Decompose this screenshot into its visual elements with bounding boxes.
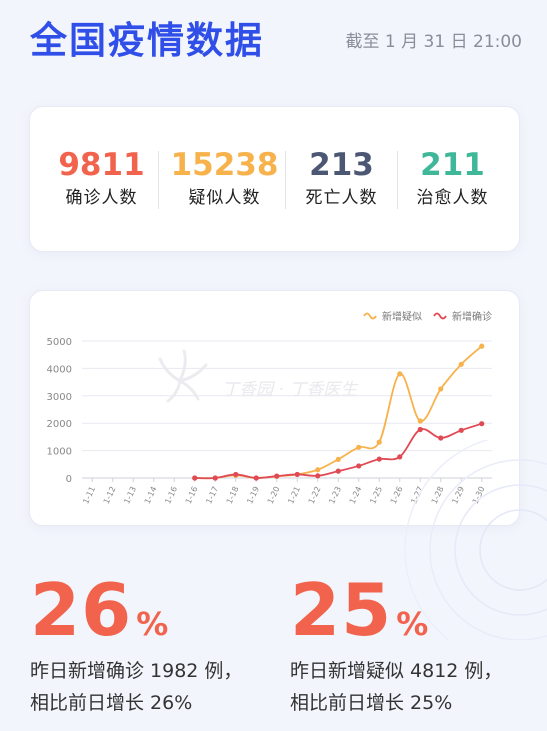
data-point xyxy=(438,386,444,392)
x-tick-label: 1-24 xyxy=(348,485,364,505)
data-point xyxy=(397,371,403,377)
legend-swatch-icon xyxy=(363,312,377,320)
stat-confirmed[interactable]: 9811 确诊人数 xyxy=(45,107,158,253)
watermark-logo-icon xyxy=(158,349,208,403)
summary-suspected: 25% 昨日新增疑似 4812 例， 相比前日增长 25% xyxy=(290,570,540,720)
x-tick-label: 1-11 xyxy=(81,485,97,505)
stat-label: 治愈人数 xyxy=(416,188,489,208)
stat-value: 213 xyxy=(309,147,374,183)
data-point xyxy=(376,439,382,445)
page-title: 全国疫情数据 xyxy=(30,19,264,62)
stats-card: 9811 确诊人数 15238 疑似人数 213 死亡人数 211 治愈人数 xyxy=(29,106,520,252)
data-point xyxy=(356,444,362,450)
watermark-text: 丁香园 · 丁香医生 xyxy=(222,380,359,400)
summary-confirmed: 26% 昨日新增确诊 1982 例， 相比前日增长 26% xyxy=(30,570,280,720)
data-point xyxy=(479,421,485,427)
stat-deaths[interactable]: 213 死亡人数 xyxy=(285,107,398,253)
stat-value: 15238 xyxy=(170,147,279,183)
x-tick-label: 1-21 xyxy=(286,485,302,505)
growth-percent-value: 25 xyxy=(290,568,393,652)
data-point xyxy=(356,463,362,469)
update-timestamp: 截至 1 月 31 日 21:00 xyxy=(345,32,522,52)
data-point xyxy=(458,361,464,367)
percent-sign: % xyxy=(396,605,429,643)
data-point xyxy=(335,456,341,462)
summary-line-2: 相比前日增长 25% xyxy=(290,692,453,714)
x-tick-label: 1-19 xyxy=(245,485,261,505)
x-tick-label: 1-22 xyxy=(307,485,323,505)
legend-label: 新增确诊 xyxy=(452,310,492,323)
growth-percent: 26% xyxy=(30,570,168,670)
y-tick-label: 5000 xyxy=(47,337,72,348)
data-point xyxy=(417,418,423,424)
y-tick-label: 2000 xyxy=(47,419,72,430)
data-point xyxy=(294,471,300,478)
x-tick-label: 1-20 xyxy=(266,485,282,505)
stat-value: 211 xyxy=(420,147,485,183)
x-tick-label: 1-17 xyxy=(204,485,220,505)
stat-recovered[interactable]: 211 治愈人数 xyxy=(396,107,509,253)
y-tick-label: 3000 xyxy=(47,392,72,403)
growth-percent: 25% xyxy=(290,570,428,670)
summary-line-1: 昨日新增确诊 1982 例， xyxy=(30,660,243,682)
legend-swatch-icon xyxy=(433,312,447,320)
x-tick-label: 1-18 xyxy=(225,485,241,505)
stat-label: 确诊人数 xyxy=(65,188,138,208)
x-tick-label: 1-13 xyxy=(122,485,138,505)
x-tick-label: 1-16 xyxy=(163,485,179,505)
legend-label: 新增疑似 xyxy=(382,310,422,323)
y-tick-label: 0 xyxy=(66,474,72,485)
data-point xyxy=(479,343,485,349)
data-point xyxy=(315,467,321,473)
header: 全国疫情数据 截至 1 月 31 日 21:00 xyxy=(30,18,522,68)
data-point xyxy=(212,475,218,481)
data-point xyxy=(192,475,198,481)
data-point xyxy=(315,473,321,479)
x-tick-label: 1-23 xyxy=(327,485,343,505)
x-tick-label: 1-12 xyxy=(102,485,118,505)
y-tick-label: 4000 xyxy=(47,364,72,375)
data-point xyxy=(417,426,423,433)
stat-value: 9811 xyxy=(58,147,145,183)
x-tick-label: 1-16 xyxy=(184,485,200,505)
data-point xyxy=(458,427,464,433)
data-point xyxy=(253,475,259,481)
stat-label: 疑似人数 xyxy=(188,188,261,208)
stat-suspected[interactable]: 15238 疑似人数 xyxy=(168,107,281,253)
x-tick-label: 1-14 xyxy=(143,485,159,505)
data-point xyxy=(274,473,280,479)
data-point xyxy=(335,468,341,474)
growth-percent-value: 26 xyxy=(30,568,133,652)
data-point xyxy=(376,456,382,462)
data-point xyxy=(233,471,239,478)
summary-line-2: 相比前日增长 26% xyxy=(30,692,193,714)
percent-sign: % xyxy=(136,605,169,643)
summary-line-1: 昨日新增疑似 4812 例， xyxy=(290,660,503,682)
stat-divider xyxy=(158,151,159,209)
y-tick-label: 1000 xyxy=(47,447,72,458)
x-tick-label: 1-25 xyxy=(368,485,384,505)
stat-label: 死亡人数 xyxy=(305,188,378,208)
